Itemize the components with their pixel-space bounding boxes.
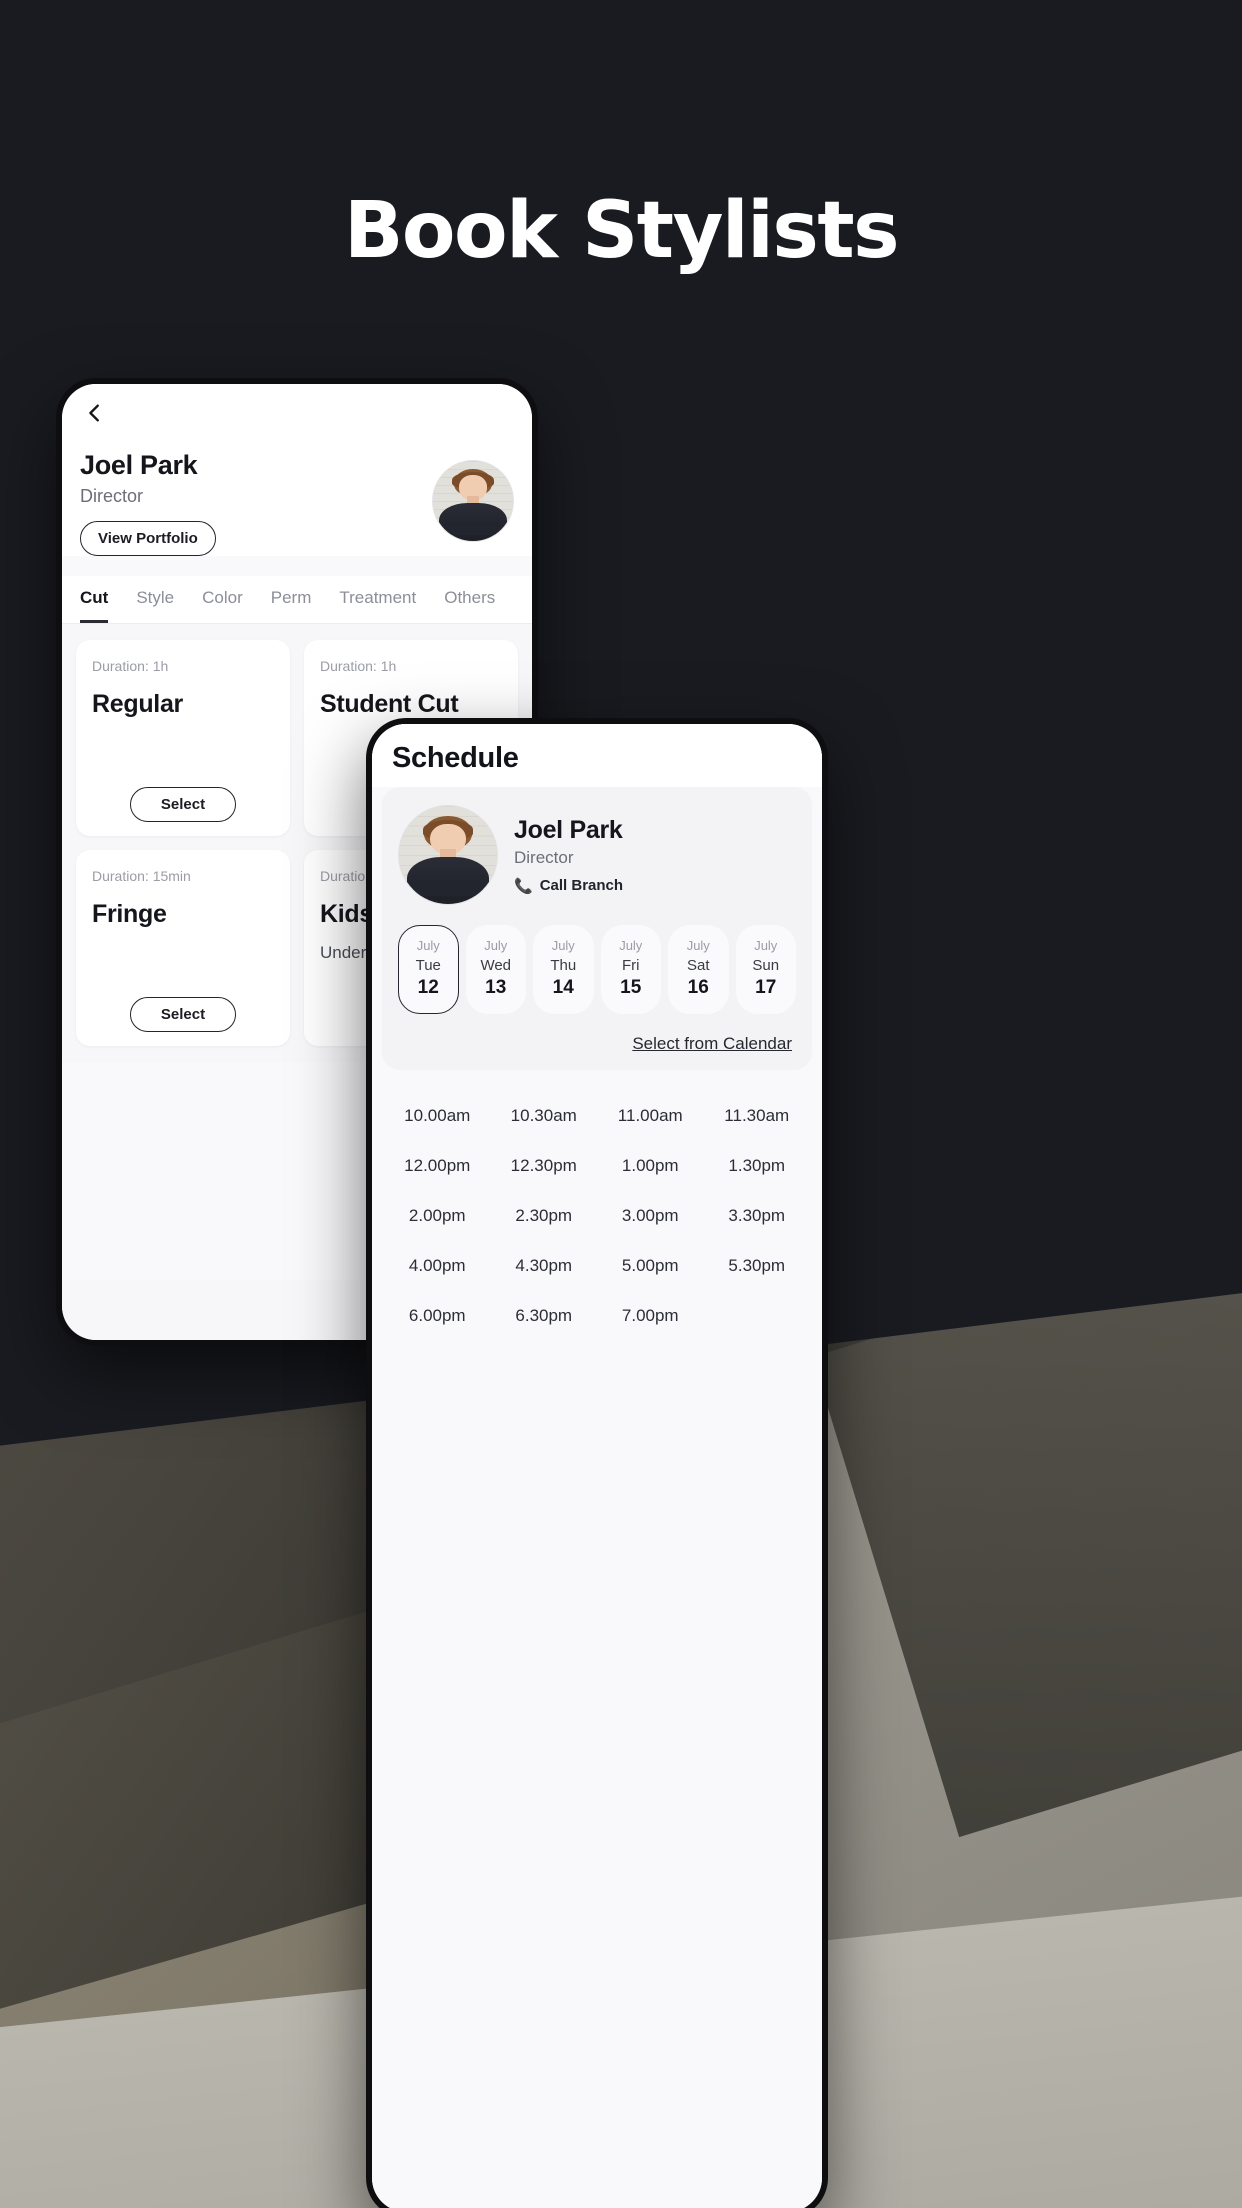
service-card[interactable]: Duration: 1h Regular Select	[76, 640, 290, 836]
service-category-tabs[interactable]: Cut Style Color Perm Treatment Others	[62, 576, 532, 624]
stylist-text-block: Joel Park Director 📞 Call Branch	[514, 816, 623, 895]
time-slot[interactable]: 11.00am	[599, 1106, 702, 1126]
date-weekday: Tue	[415, 957, 441, 974]
date-chip-17[interactable]: July Sun 17	[735, 925, 796, 1014]
page-root: Book Stylists Joel Park Director View Po…	[0, 0, 1242, 2208]
time-slot[interactable]: 2.00pm	[386, 1206, 489, 1226]
date-chip-12[interactable]: July Tue 12	[398, 925, 459, 1014]
date-chip-15[interactable]: July Fri 15	[600, 925, 661, 1014]
date-day-number: 16	[687, 977, 709, 998]
tab-style[interactable]: Style	[136, 576, 174, 623]
time-slot[interactable]: 6.30pm	[493, 1306, 596, 1326]
time-slot[interactable]: 12.30pm	[493, 1156, 596, 1176]
service-card-footer: Select	[92, 997, 274, 1032]
date-month: July	[686, 938, 710, 953]
time-slot[interactable]: 11.30am	[706, 1106, 809, 1126]
select-service-button[interactable]: Select	[129, 997, 237, 1032]
date-chip-13[interactable]: July Wed 13	[465, 925, 526, 1014]
date-day-number: 15	[620, 977, 642, 998]
select-service-button[interactable]: Select	[129, 787, 237, 822]
avatar-portrait-illustration	[433, 461, 513, 541]
time-slot[interactable]: 12.00pm	[386, 1156, 489, 1176]
stylist-avatar	[432, 460, 514, 542]
phone-mockup-schedule: Schedule Joel Park Director 📞 Call Branc…	[366, 718, 828, 2208]
tab-cut[interactable]: Cut	[80, 576, 109, 623]
stylist-row: Joel Park Director 📞 Call Branch	[398, 805, 796, 905]
time-slot[interactable]: 5.00pm	[599, 1256, 702, 1276]
date-month: July	[619, 938, 643, 953]
date-weekday: Fri	[622, 957, 640, 974]
date-chip-14[interactable]: July Thu 14	[533, 925, 594, 1014]
time-slot[interactable]: 7.00pm	[599, 1306, 702, 1326]
stylist-summary: Joel Park Director View Portfolio	[80, 428, 514, 556]
stylist-role: Director	[514, 847, 574, 867]
schedule-screen: Schedule Joel Park Director 📞 Call Branc…	[372, 724, 822, 2208]
time-slot[interactable]: 10.00am	[386, 1106, 489, 1126]
time-slot-grid[interactable]: 10.00am 10.30am 11.00am 11.30am 12.00pm 12.30…	[372, 1070, 822, 1346]
schedule-title: Schedule	[372, 724, 822, 787]
page-title: Book Stylists	[343, 186, 900, 276]
date-month: July	[754, 938, 778, 953]
stylist-role: Director	[80, 486, 144, 506]
time-slot[interactable]: 1.00pm	[599, 1156, 702, 1176]
date-weekday: Sun	[752, 957, 780, 974]
tab-color[interactable]: Color	[202, 576, 243, 623]
date-weekday: Thu	[550, 957, 577, 974]
service-duration: Duration: 15min	[92, 868, 191, 884]
time-slot[interactable]: 2.30pm	[493, 1206, 596, 1226]
time-slot[interactable]: 3.30pm	[706, 1206, 809, 1226]
date-weekday: Sat	[686, 957, 710, 974]
call-branch-button[interactable]: 📞 Call Branch	[514, 877, 623, 895]
time-slot[interactable]: 10.30am	[493, 1106, 596, 1126]
date-day-number: 17	[755, 977, 777, 998]
select-from-calendar-link[interactable]: Select from Calendar	[398, 1034, 796, 1054]
schedule-stylist-card: Joel Park Director 📞 Call Branch July Tue…	[382, 787, 812, 1070]
time-slot[interactable]: 1.30pm	[706, 1156, 809, 1176]
tab-others[interactable]: Others	[444, 576, 495, 623]
service-title: Fringe	[92, 900, 167, 928]
view-portfolio-button[interactable]: View Portfolio	[80, 521, 216, 556]
stylist-avatar	[398, 805, 498, 905]
service-title: Regular	[92, 690, 183, 718]
call-branch-label: Call Branch	[539, 877, 624, 894]
time-slot[interactable]: 4.00pm	[386, 1256, 489, 1276]
service-title: Student Cut	[320, 690, 459, 718]
time-slot[interactable]: 4.30pm	[493, 1256, 596, 1276]
time-slot[interactable]: 3.00pm	[599, 1206, 702, 1226]
stylist-text-block: Joel Park Director View Portfolio	[80, 450, 216, 556]
date-chip-16[interactable]: July Sat 16	[668, 925, 729, 1014]
services-header: Joel Park Director View Portfolio	[62, 384, 532, 556]
date-month: July	[551, 938, 575, 953]
date-month: July	[484, 938, 508, 953]
avatar-portrait-illustration	[399, 806, 497, 904]
date-month: July	[416, 938, 440, 953]
date-selector[interactable]: July Tue 12 July Wed 13 July Thu 14 July Fri 15 July…	[398, 925, 796, 1014]
service-card-footer: Select	[92, 787, 274, 822]
date-day-number: 14	[552, 977, 574, 998]
service-duration: Duration: 1h	[320, 658, 397, 674]
time-slot[interactable]: 6.00pm	[386, 1306, 489, 1326]
time-slot[interactable]: 5.30pm	[706, 1256, 809, 1276]
service-card[interactable]: Duration: 15min Fringe Select	[76, 850, 290, 1046]
phone-icon: 📞	[514, 877, 533, 895]
date-day-number: 12	[417, 977, 439, 998]
date-weekday: Wed	[480, 957, 512, 974]
stylist-name: Joel Park	[80, 450, 198, 480]
schedule-scroll-area[interactable]: Schedule Joel Park Director 📞 Call Branc…	[372, 724, 822, 2208]
date-day-number: 13	[485, 977, 507, 998]
service-duration: Duration: 1h	[92, 658, 169, 674]
tab-treatment[interactable]: Treatment	[339, 576, 416, 623]
stylist-name: Joel Park	[514, 815, 623, 844]
tab-perm[interactable]: Perm	[271, 576, 312, 623]
chevron-left-icon[interactable]	[80, 398, 110, 428]
